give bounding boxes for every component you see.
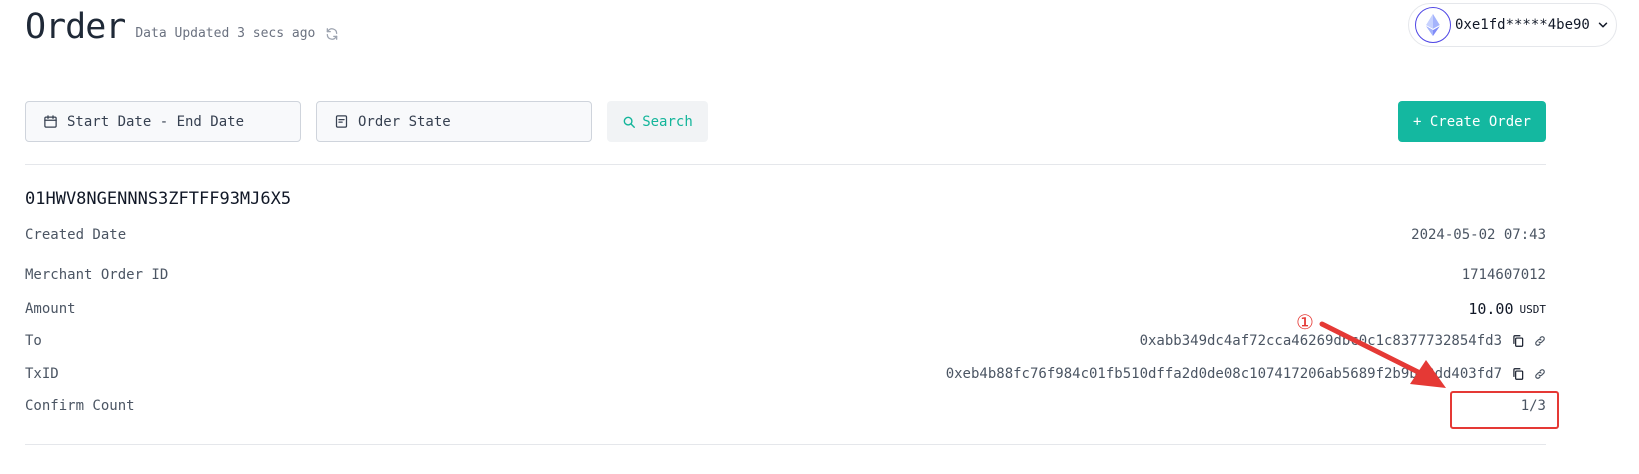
order-state-select[interactable]: Order State	[316, 101, 592, 142]
detail-value: 2024-05-02 07:43	[1411, 227, 1546, 243]
annotation-highlight-box	[1450, 391, 1559, 429]
detail-value: 1714607012	[1461, 267, 1546, 283]
date-range-picker[interactable]: Start Date - End Date	[25, 101, 301, 142]
data-updated-label: Data Updated 3 secs ago	[135, 26, 316, 41]
detail-row-created-date: Created Date 2024-05-02 07:43	[25, 227, 1546, 243]
to-value: 0xabb349dc4af72cca46269dbc0c1c8377732854…	[1140, 333, 1546, 349]
detail-row-merchant-order-id: Merchant Order ID 1714607012	[25, 267, 1546, 283]
detail-key: Confirm Count	[25, 398, 135, 414]
detail-row-txid: TxID 0xeb4b88fc76f984c01fb510dffa2d0de08…	[25, 366, 1546, 382]
wallet-selector[interactable]: 0xe1fd*****4be90	[1408, 3, 1617, 47]
detail-key: TxID	[25, 366, 59, 382]
txid-hash: 0xeb4b88fc76f984c01fb510dffa2d0de08c1074…	[945, 366, 1502, 382]
date-range-placeholder: Start Date - End Date	[67, 113, 245, 130]
order-state-placeholder: Order State	[358, 113, 451, 130]
amount-value: 10.00 USDT	[1468, 300, 1546, 318]
filter-bar: Start Date - End Date Order State Search	[25, 101, 708, 142]
detail-key: To	[25, 333, 42, 349]
list-icon	[334, 114, 349, 129]
chevron-down-icon	[1596, 18, 1610, 32]
copy-icon[interactable]	[1511, 367, 1525, 381]
detail-row-to: To 0xabb349dc4af72cca46269dbc0c1c8377732…	[25, 333, 1546, 349]
detail-key: Created Date	[25, 227, 127, 243]
divider	[25, 164, 1546, 165]
detail-row-confirm-count: Confirm Count 1/3	[25, 398, 1546, 414]
annotation-marker: ①	[1296, 310, 1314, 334]
order-id: 01HWV8NGENNNS3ZFTFF93MJ6X5	[25, 189, 292, 209]
page-header: Order Data Updated 3 secs ago	[25, 0, 339, 50]
wallet-address: 0xe1fd*****4be90	[1455, 17, 1590, 33]
link-icon[interactable]	[1534, 335, 1546, 347]
refresh-icon[interactable]	[325, 27, 339, 41]
txid-value: 0xeb4b88fc76f984c01fb510dffa2d0de08c1074…	[946, 366, 1546, 382]
detail-key: Amount	[25, 301, 76, 317]
detail-row-amount: Amount 10.00 USDT	[25, 300, 1546, 318]
copy-icon[interactable]	[1511, 334, 1525, 348]
search-icon	[622, 115, 636, 129]
detail-key: Merchant Order ID	[25, 267, 169, 283]
to-address: 0xabb349dc4af72cca46269dbc0c1c8377732854…	[1139, 333, 1502, 349]
ethereum-icon	[1415, 7, 1451, 43]
data-updated-status: Data Updated 3 secs ago	[135, 26, 339, 41]
divider	[25, 444, 1546, 445]
link-icon[interactable]	[1534, 368, 1546, 380]
create-order-button[interactable]: + Create Order	[1398, 101, 1546, 142]
amount-unit: USDT	[1519, 302, 1547, 316]
amount-number: 10.00	[1468, 300, 1514, 318]
order-page: Order Data Updated 3 secs ago 0xe1fd****…	[0, 0, 1639, 474]
page-title: Order	[25, 7, 126, 47]
search-button[interactable]: Search	[607, 101, 708, 142]
search-button-label: Search	[642, 113, 693, 130]
calendar-icon	[43, 114, 58, 129]
